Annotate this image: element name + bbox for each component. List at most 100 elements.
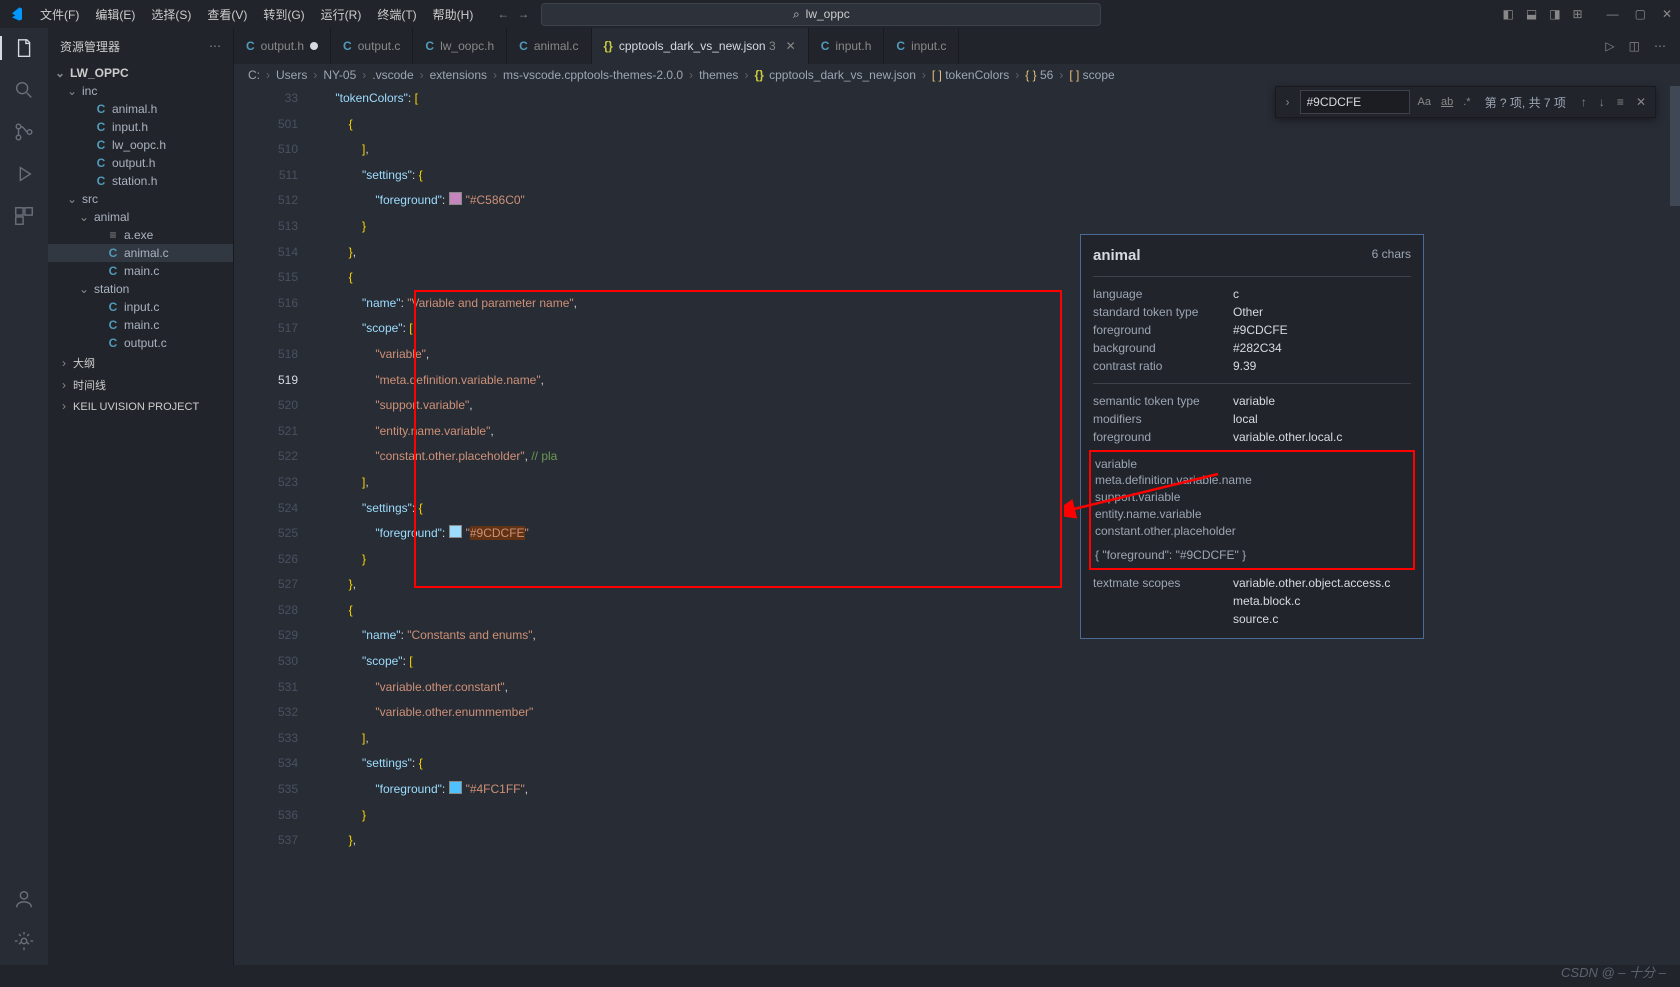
editor-tab[interactable]: Cinput.h — [809, 28, 885, 64]
forward-icon[interactable]: → — [517, 7, 529, 21]
tree-item[interactable]: Coutput.c — [48, 334, 233, 352]
find-count: 第 ? 项, 共 7 项 — [1485, 94, 1566, 111]
menu-item[interactable]: 文件(F) — [32, 2, 87, 27]
editor-tab[interactable]: Canimal.c — [507, 28, 591, 64]
find-next-icon[interactable]: ↓ — [1596, 95, 1608, 109]
editor-area: Coutput.hCoutput.cClw_oopc.hCanimal.c{}c… — [234, 28, 1680, 965]
sidebar-section[interactable]: › 时间线 — [48, 374, 233, 396]
tree-item[interactable]: ⌄animal — [48, 208, 233, 226]
find-input[interactable] — [1300, 90, 1410, 114]
regex-icon[interactable]: .* — [1461, 94, 1472, 110]
menu-item[interactable]: 转到(G) — [255, 2, 312, 27]
close-icon[interactable]: ✕ — [1662, 7, 1672, 21]
editor-tab[interactable]: Coutput.c — [331, 28, 413, 64]
menu-item[interactable]: 运行(R) — [313, 2, 370, 27]
tree-item[interactable]: Cinput.h — [48, 118, 233, 136]
menu-bar: 文件(F)编辑(E)选择(S)查看(V)转到(G)运行(R)终端(T)帮助(H) — [32, 2, 481, 27]
editor-tab[interactable]: Coutput.h — [234, 28, 331, 64]
file-icon: ≡ — [106, 228, 120, 242]
tree-item[interactable]: Cmain.c — [48, 316, 233, 334]
settings-gear-icon[interactable] — [12, 929, 36, 953]
chevron-icon: ⌄ — [78, 282, 90, 296]
tree-label: animal.h — [112, 102, 157, 116]
editor-tab[interactable]: {}cpptools_dark_vs_new.json 3✕ — [592, 28, 809, 64]
breadcrumb-item[interactable]: themes — [699, 68, 738, 82]
hover-key — [1093, 592, 1233, 610]
breadcrumb-item[interactable]: NY-05 — [323, 68, 356, 82]
file-icon: C — [94, 138, 108, 152]
layout-bottom-icon[interactable]: ⬓ — [1526, 7, 1537, 21]
sidebar-title: 资源管理器 — [60, 38, 120, 55]
chevron-icon: ⌄ — [78, 210, 90, 224]
breadcrumb-item[interactable]: Users — [276, 68, 307, 82]
tree-item[interactable]: Cstation.h — [48, 172, 233, 190]
tree-label: main.c — [124, 264, 159, 278]
split-icon[interactable]: ◫ — [1629, 39, 1640, 53]
tree-item[interactable]: Cinput.c — [48, 298, 233, 316]
layout-right-icon[interactable]: ◨ — [1549, 7, 1560, 21]
explorer-icon[interactable] — [0, 36, 48, 60]
breadcrumb-item[interactable]: { } 56 — [1025, 68, 1053, 82]
breadcrumb-item[interactable]: {} cpptools_dark_vs_new.json — [754, 68, 915, 82]
breadcrumb-item[interactable]: C: — [248, 68, 260, 82]
menu-item[interactable]: 编辑(E) — [87, 2, 143, 27]
account-icon[interactable] — [12, 887, 36, 911]
file-icon: C — [106, 300, 120, 314]
hover-value: c — [1233, 285, 1239, 303]
c-file-icon: C — [343, 39, 352, 53]
debug-icon[interactable] — [12, 162, 36, 186]
hover-value: #9CDCFE — [1233, 321, 1288, 339]
run-icon[interactable]: ▷ — [1605, 39, 1614, 53]
editor-tab[interactable]: Cinput.c — [884, 28, 959, 64]
layout-left-icon[interactable]: ◧ — [1503, 7, 1514, 21]
extensions-icon[interactable] — [12, 204, 36, 228]
menu-item[interactable]: 帮助(H) — [425, 2, 482, 27]
find-selection-icon[interactable]: ≡ — [1614, 95, 1627, 109]
breadcrumb-item[interactable]: [ ] tokenColors — [932, 68, 1009, 82]
match-word-icon[interactable]: ab — [1439, 94, 1455, 110]
hover-key: standard token type — [1093, 303, 1233, 321]
editor-tab[interactable]: Clw_oopc.h — [413, 28, 507, 64]
tree-item[interactable]: ⌄src — [48, 190, 233, 208]
search-nav-icon[interactable] — [12, 78, 36, 102]
menu-item[interactable]: 查看(V) — [199, 2, 255, 27]
tree-item[interactable]: Clw_oopc.h — [48, 136, 233, 154]
tree-item[interactable]: Canimal.h — [48, 100, 233, 118]
tree-label: station.h — [112, 174, 157, 188]
find-toggle-replace-icon[interactable]: › — [1282, 95, 1294, 109]
tree-item[interactable]: Canimal.c — [48, 244, 233, 262]
breadcrumb-item[interactable]: [ ] scope — [1069, 68, 1114, 82]
tree-label: lw_oopc.h — [112, 138, 166, 152]
command-center[interactable]: ⌕ lw_oppc — [541, 3, 1101, 26]
code-editor[interactable]: 33 "tokenColors": [501 {510 ],511 "setti… — [234, 86, 1680, 965]
find-prev-icon[interactable]: ↑ — [1578, 95, 1590, 109]
tree-item[interactable]: ⌄station — [48, 280, 233, 298]
sidebar-section[interactable]: › KEIL UVISION PROJECT — [48, 396, 233, 416]
menu-item[interactable]: 选择(S) — [143, 2, 199, 27]
breadcrumb-item[interactable]: ms-vscode.cpptools-themes-2.0.0 — [503, 68, 683, 82]
tab-close-icon[interactable]: ✕ — [786, 39, 796, 53]
sidebar-more-icon[interactable]: ⋯ — [209, 39, 221, 53]
minimize-icon[interactable]: — — [1607, 7, 1619, 21]
minimap[interactable] — [1670, 86, 1680, 965]
menu-item[interactable]: 终端(T) — [369, 2, 424, 27]
maximize-icon[interactable]: ▢ — [1635, 7, 1646, 21]
hover-key: semantic token type — [1093, 392, 1233, 410]
breadcrumb-item[interactable]: .vscode — [372, 68, 413, 82]
tree-item[interactable]: ≡a.exe — [48, 226, 233, 244]
find-close-icon[interactable]: ✕ — [1633, 95, 1649, 109]
tree-item[interactable]: Cmain.c — [48, 262, 233, 280]
scm-icon[interactable] — [12, 120, 36, 144]
tree-item[interactable]: Coutput.h — [48, 154, 233, 172]
tree-root[interactable]: ⌄LW_OPPC — [48, 64, 233, 82]
sidebar-section[interactable]: › 大纲 — [48, 352, 233, 374]
back-icon[interactable]: ← — [497, 7, 509, 21]
match-case-icon[interactable]: Aa — [1416, 94, 1433, 110]
file-icon: C — [94, 102, 108, 116]
layout-customize-icon[interactable]: ⊞ — [1573, 7, 1583, 21]
c-file-icon: C — [519, 39, 528, 53]
tree-item[interactable]: ⌄inc — [48, 82, 233, 100]
file-icon: C — [106, 318, 120, 332]
tab-more-icon[interactable]: ⋯ — [1654, 39, 1666, 53]
breadcrumb-item[interactable]: extensions — [430, 68, 487, 82]
